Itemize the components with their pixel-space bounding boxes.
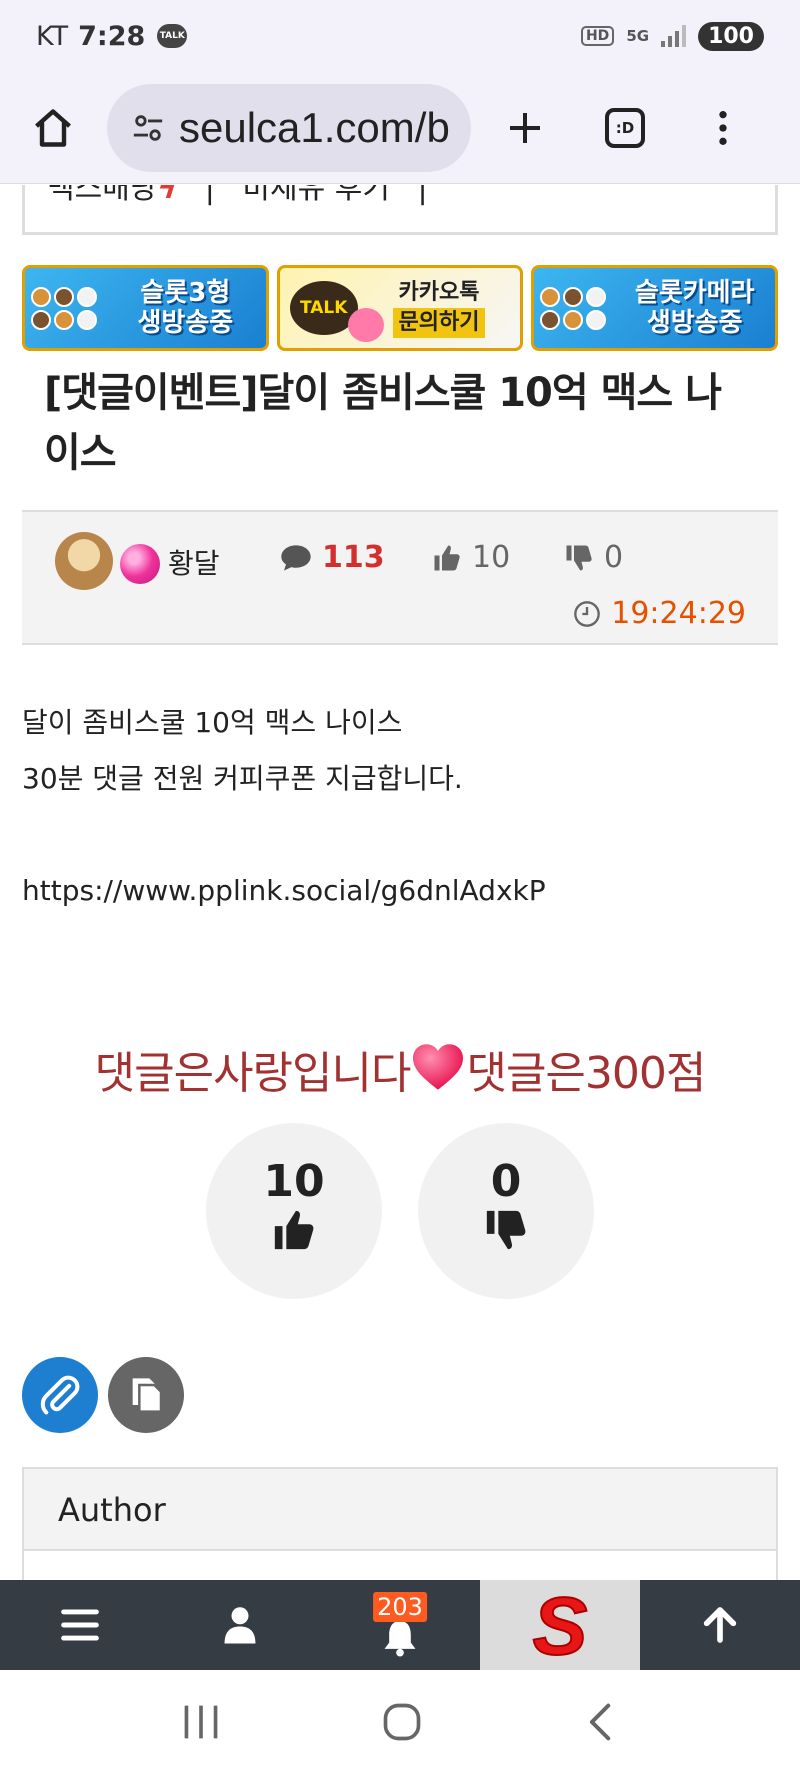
dislike-count: 0 — [564, 540, 623, 575]
back-icon — [590, 1703, 611, 1741]
recents-button[interactable] — [179, 1702, 223, 1746]
heart-icon — [413, 1044, 464, 1090]
promo-text: 댓글은사랑입니다 댓글은300점 — [0, 1037, 800, 1101]
url-text: seulca1.com/b — [179, 103, 450, 151]
paperclip-icon — [40, 1375, 80, 1415]
notifications-button[interactable]: 203 — [320, 1580, 480, 1670]
body-line: 달이 좀비스쿨 10억 맥스 나이스 — [22, 706, 403, 739]
banner-slot-live-left[interactable]: 슬롯3형 생방송중 — [22, 265, 269, 351]
post-time: 19:24:29 — [573, 596, 746, 631]
copy-button[interactable] — [108, 1357, 184, 1433]
banner-text: 슬롯3형 생방송중 — [137, 278, 234, 338]
like-count-large: 10 — [263, 1156, 325, 1207]
bell-icon — [384, 1621, 416, 1657]
notification-count-badge: 203 — [373, 1592, 427, 1622]
banner-row: 슬롯3형 생방송중 TALK 카카오톡 문의하기 슬롯카메라 생방송중 — [22, 265, 779, 351]
plus-icon — [510, 112, 540, 143]
site-bottom-nav: 203 S — [0, 1580, 800, 1670]
author-section-header: Author — [22, 1467, 778, 1551]
level-badge-icon — [120, 544, 160, 584]
post-body: 달이 좀비스쿨 10억 맥스 나이스 30분 댓글 전원 커피쿠폰 지급합니다.… — [22, 695, 778, 919]
user-icon — [224, 1607, 256, 1644]
tabs-icon: :D — [605, 107, 645, 148]
post-meta: 황달 113 10 0 19:24:29 — [22, 510, 778, 645]
dislike-button[interactable]: 0 — [418, 1123, 594, 1299]
system-navigation-bar — [0, 1670, 800, 1778]
nav-separator: | — [204, 185, 215, 206]
back-button[interactable] — [581, 1700, 621, 1748]
arrow-up-icon — [703, 1607, 737, 1643]
post-title: [댓글이벤트]달이 좀비스쿨 10억 맥스 나이스 — [44, 370, 722, 476]
lightning-icon: ϟ — [157, 185, 178, 206]
mascot-group-image — [25, 268, 105, 348]
new-tab-button[interactable] — [485, 88, 565, 168]
home-icon — [35, 108, 71, 147]
post-link[interactable]: https://www.pplink.social/g6dnlAdxkP — [22, 863, 778, 919]
browser-toolbar: seulca1.com/b :D — [0, 72, 800, 184]
site-category-nav: 맥스배당ϟ | 비세유 후기 | — [22, 185, 778, 235]
status-bar: KT 7:28 TALK HD 5G 100 — [0, 0, 800, 72]
copy-icon — [132, 1378, 163, 1413]
banner-text: 슬롯카메라 생방송중 — [634, 278, 755, 338]
home-button[interactable] — [13, 88, 93, 168]
avatar[interactable] — [55, 532, 113, 590]
site-logo-icon: S — [532, 1586, 589, 1664]
battery-indicator: 100 — [698, 21, 764, 51]
chat-bubble-icon — [347, 308, 384, 342]
profile-button[interactable] — [160, 1580, 320, 1670]
banner-kakao-inquiry[interactable]: TALK 카카오톡 문의하기 — [276, 265, 524, 351]
thumbs-down-icon — [486, 1210, 526, 1250]
thumbs-up-icon — [434, 545, 460, 570]
like-count: 10 — [432, 540, 510, 575]
home-circle-icon — [383, 1703, 421, 1741]
recents-icon — [184, 1705, 218, 1739]
banner-slot-live-right[interactable]: 슬롯카메라 생방송중 — [531, 265, 779, 351]
carrier-label: KT — [36, 20, 69, 52]
comment-icon — [281, 544, 311, 571]
author-section-body — [22, 1551, 778, 1580]
signal-icon — [661, 25, 687, 47]
tab-switcher-button[interactable]: :D — [585, 88, 665, 168]
mascot-group-image — [534, 268, 614, 348]
address-bar[interactable]: seulca1.com/b — [107, 83, 471, 172]
like-button[interactable]: 10 — [206, 1123, 382, 1299]
site-logo-button[interactable]: S — [480, 1580, 640, 1670]
kakao-talk-notification-icon: TALK — [157, 24, 188, 48]
nav-separator: | — [417, 185, 428, 206]
author-name[interactable]: 황달 — [168, 542, 220, 582]
body-line: 30분 댓글 전원 커피쿠폰 지급합니다. — [22, 762, 463, 795]
scroll-top-button[interactable] — [640, 1580, 800, 1670]
comment-count: 113 — [280, 540, 385, 575]
hamburger-icon — [61, 1609, 99, 1641]
system-home-button[interactable] — [380, 1700, 424, 1748]
tune-icon[interactable] — [131, 111, 165, 145]
network-type-icon: 5G — [626, 26, 650, 45]
web-page: 맥스배당ϟ | 비세유 후기 | 슬롯3형 생방송중 TALK 카카오톡 문의하기 … — [0, 185, 800, 1580]
dislike-count-large: 0 — [490, 1156, 522, 1207]
clock-time: 7:28 — [78, 20, 146, 52]
post-actions — [22, 1357, 184, 1433]
menu-button[interactable] — [0, 1580, 160, 1670]
browser-menu-button[interactable] — [683, 88, 763, 168]
status-icons: HD 5G 100 — [580, 21, 764, 51]
svg-text:S: S — [533, 1586, 588, 1664]
nav-item-reviews[interactable]: 비세유 후기 — [242, 185, 390, 207]
more-vert-icon — [719, 110, 727, 145]
thumbs-down-icon — [566, 545, 592, 570]
nav-item-max-payout[interactable]: 맥스배당ϟ — [47, 185, 177, 207]
copy-link-button[interactable] — [22, 1357, 98, 1433]
clock-icon — [574, 600, 601, 627]
thumbs-up-icon — [274, 1210, 314, 1250]
hd-voice-icon: HD — [580, 26, 615, 46]
